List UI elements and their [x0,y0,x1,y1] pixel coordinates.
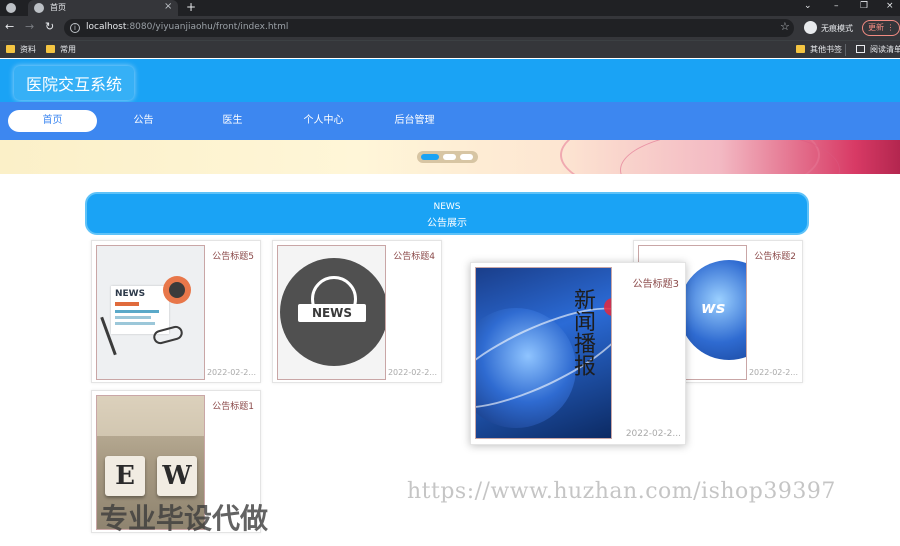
news-globe-label: NEWS [298,304,366,322]
watermark-text: 专业毕设代做 [100,502,269,535]
blurred-blocks [97,396,204,436]
news-card[interactable]: NEWS 公告标题5 2022-02-2... [91,240,261,383]
url-host: localhost [86,22,127,32]
news-card-title[interactable]: 公告标题4 [393,249,435,262]
carousel-dot[interactable] [460,154,473,160]
news-card-date: 2022-02-2... [206,368,256,377]
reading-list-icon [856,45,865,53]
news-card-hovered[interactable]: 新闻播报 公告标题3 2022-02-2... [470,262,686,445]
info-icon[interactable]: i [70,23,80,33]
bookmark-label: 阅读清单 [870,45,900,54]
minimize-icon[interactable]: – [834,1,839,11]
news-thumbnail: 新闻播报 [475,267,612,439]
coffee-cup-illustration [163,276,191,304]
bookmark-item-ziliao[interactable]: 资料 [6,44,36,55]
bookmark-label: 资料 [20,45,36,54]
bookmark-label: 常用 [60,45,76,54]
address-bar[interactable]: i localhost:8080/yiyuanjiaohu/front/inde… [64,19,794,37]
nav-item-home[interactable]: 首页 [8,110,97,132]
folder-icon [796,45,805,53]
incognito-icon [804,21,817,34]
bookmark-label: 其他书签 [810,45,842,54]
browser-toolbar: ← → ↻ i localhost:8080/yiyuanjiaohu/fron… [0,16,900,40]
news-card-date: 2022-02-2... [387,368,437,377]
nav-item-doctors[interactable]: 医生 [188,110,277,132]
watermark-url: https://www.huzhan.com/ishop39397 [407,479,836,504]
main-nav: 首页 公告 医生 个人中心 后台管理 [0,102,900,140]
incognito-label: 无痕模式 [821,24,853,33]
news-heading-cn: 公告展示 [427,218,467,229]
back-icon[interactable]: ← [5,20,14,33]
news-thumbnail: NEWS [277,245,386,380]
news-card-date: 2022-02-2... [625,429,681,439]
close-tab-icon[interactable]: × [164,1,172,12]
chrome-icon [6,3,16,13]
restore-icon[interactable]: ❐ [860,1,868,11]
reload-icon[interactable]: ↻ [45,20,54,33]
site-title: 医院交互系统 [14,66,135,100]
new-tab-icon[interactable]: + [186,0,196,14]
carousel-dot[interactable] [421,154,439,160]
news-card[interactable]: NEWS 公告标题4 2022-02-2... [272,240,442,383]
bookmark-item-changyong[interactable]: 常用 [46,44,76,55]
news-thumbnail: NEWS [96,245,205,380]
nav-item-admin[interactable]: 后台管理 [370,110,459,132]
bookmark-star-icon[interactable]: ☆ [780,20,790,33]
tab-title: 首页 [50,3,66,12]
folder-icon [6,45,15,53]
url-text: localhost:8080/yiyuanjiaohu/front/index.… [86,22,288,32]
news-card-title[interactable]: 公告标题5 [212,249,254,262]
close-window-icon[interactable]: × [886,1,894,11]
letter-block-e: E [105,456,145,496]
banner-carousel[interactable] [0,140,900,174]
forward-icon[interactable]: → [25,20,34,33]
browser-titlebar: 首页 × + ⌄ – ❐ × [0,0,900,16]
newspaper-illustration: NEWS [111,286,169,334]
browser-tab[interactable]: 首页 × [28,0,178,16]
news-heading-en: NEWS [433,202,461,212]
news-section-heading: NEWS 公告展示 [85,192,809,235]
site-header: 医院交互系统 [0,59,900,102]
update-label: 更新 [868,23,884,32]
folder-icon [46,45,55,53]
thumbnail-text: ws [701,298,726,317]
banner-decoration [620,140,840,174]
carousel-indicators [417,151,478,163]
bookmark-separator [845,44,846,56]
url-path: :8080/yiyuanjiaohu/front/index.html [126,22,289,32]
bookmarks-bar: 资料 常用 其他书签 阅读清单 [0,40,900,58]
nav-item-profile[interactable]: 个人中心 [279,110,368,132]
news-card-title[interactable]: 公告标题1 [212,399,254,412]
news-card-title[interactable]: 公告标题2 [754,249,796,262]
globe-icon [34,3,44,13]
bookmark-item-other[interactable]: 其他书签 [796,44,842,55]
chevron-down-icon[interactable]: ⌄ [804,1,812,11]
nav-item-announcements[interactable]: 公告 [99,110,188,132]
news-card-title[interactable]: 公告标题3 [633,275,679,290]
news-card-date: 2022-02-2... [748,368,798,377]
bookmark-item-reading-list[interactable]: 阅读清单 [856,44,900,55]
carousel-dot[interactable] [443,154,456,160]
letter-block-w: W [157,456,197,496]
thumbnail-text: 新闻播报 [570,288,595,376]
update-button[interactable]: 更新 ⋮ [862,20,900,36]
